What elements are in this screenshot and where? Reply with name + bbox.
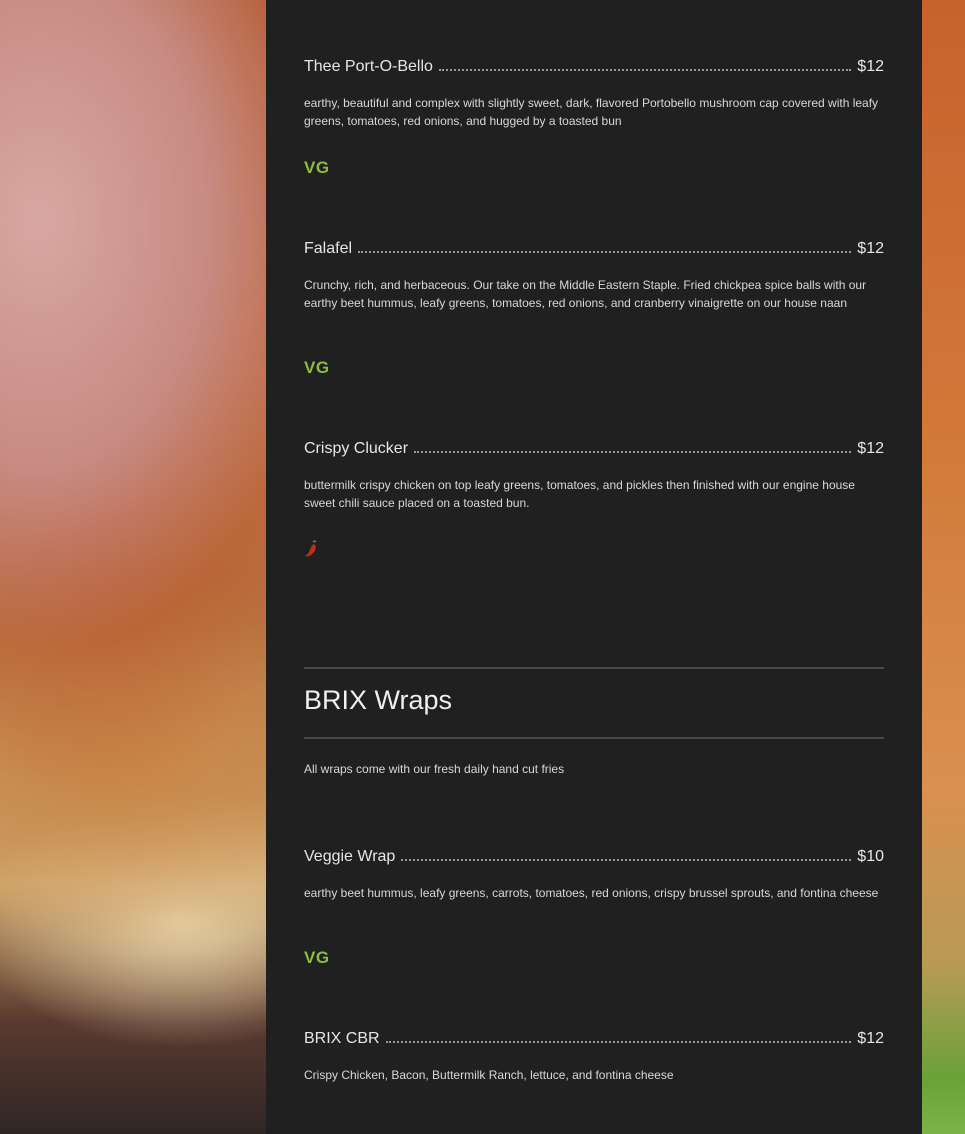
item-name: Thee Port-O-Bello	[304, 58, 433, 75]
section-title: BRIX Wraps	[304, 685, 453, 715]
menu-panel: Thee Port-O-Bello $12 earthy, beautiful …	[266, 0, 922, 1134]
section-divider-bottom	[304, 737, 884, 739]
dot-leader	[438, 68, 852, 71]
dot-leader	[385, 1040, 852, 1043]
item-description: earthy beet hummus, leafy greens, carrot…	[304, 886, 879, 900]
vegan-tag: VG	[304, 948, 330, 967]
item-price: $12	[857, 58, 884, 75]
item-description: Crispy Chicken, Bacon, Buttermilk Ranch,…	[304, 1068, 674, 1082]
item-description: buttermilk crispy chicken on top leafy g…	[304, 478, 855, 510]
item-description: Crunchy, rich, and herbaceous. Our take …	[304, 278, 867, 310]
item-price: $10	[857, 848, 884, 865]
item-description: earthy, beautiful and complex with sligh…	[304, 96, 879, 128]
menu-item-crispy-clucker: Crispy Clucker $12 buttermilk crispy chi…	[304, 440, 884, 512]
menu-item-brix-cbr: BRIX CBR $12 Crispy Chicken, Bacon, Butt…	[304, 1030, 884, 1084]
chili-pepper-icon	[305, 540, 317, 557]
item-price: $12	[857, 440, 884, 457]
dot-leader	[401, 858, 852, 861]
item-name: Crispy Clucker	[304, 440, 409, 457]
menu-content: Thee Port-O-Bello $12 earthy, beautiful …	[304, 0, 884, 1134]
background-photo-right	[922, 0, 965, 1134]
item-name: BRIX CBR	[304, 1030, 380, 1047]
vegan-tag: VG	[304, 358, 330, 377]
menu-item-falafel: Falafel $12 Crunchy, rich, and herbaceou…	[304, 240, 884, 312]
item-price: $12	[857, 240, 884, 257]
vegan-tag: VG	[304, 158, 330, 177]
menu-item-port-o-bello: Thee Port-O-Bello $12 earthy, beautiful …	[304, 58, 884, 130]
menu-item-veggie-wrap: Veggie Wrap $10 earthy beet hummus, leaf…	[304, 848, 884, 902]
section-note: All wraps come with our fresh daily hand…	[304, 762, 565, 776]
dot-leader	[414, 450, 852, 453]
dot-leader	[358, 250, 852, 253]
item-name: Falafel	[304, 240, 353, 257]
item-name: Veggie Wrap	[304, 848, 396, 865]
section-divider-top	[304, 667, 884, 669]
item-price: $12	[857, 1030, 884, 1047]
